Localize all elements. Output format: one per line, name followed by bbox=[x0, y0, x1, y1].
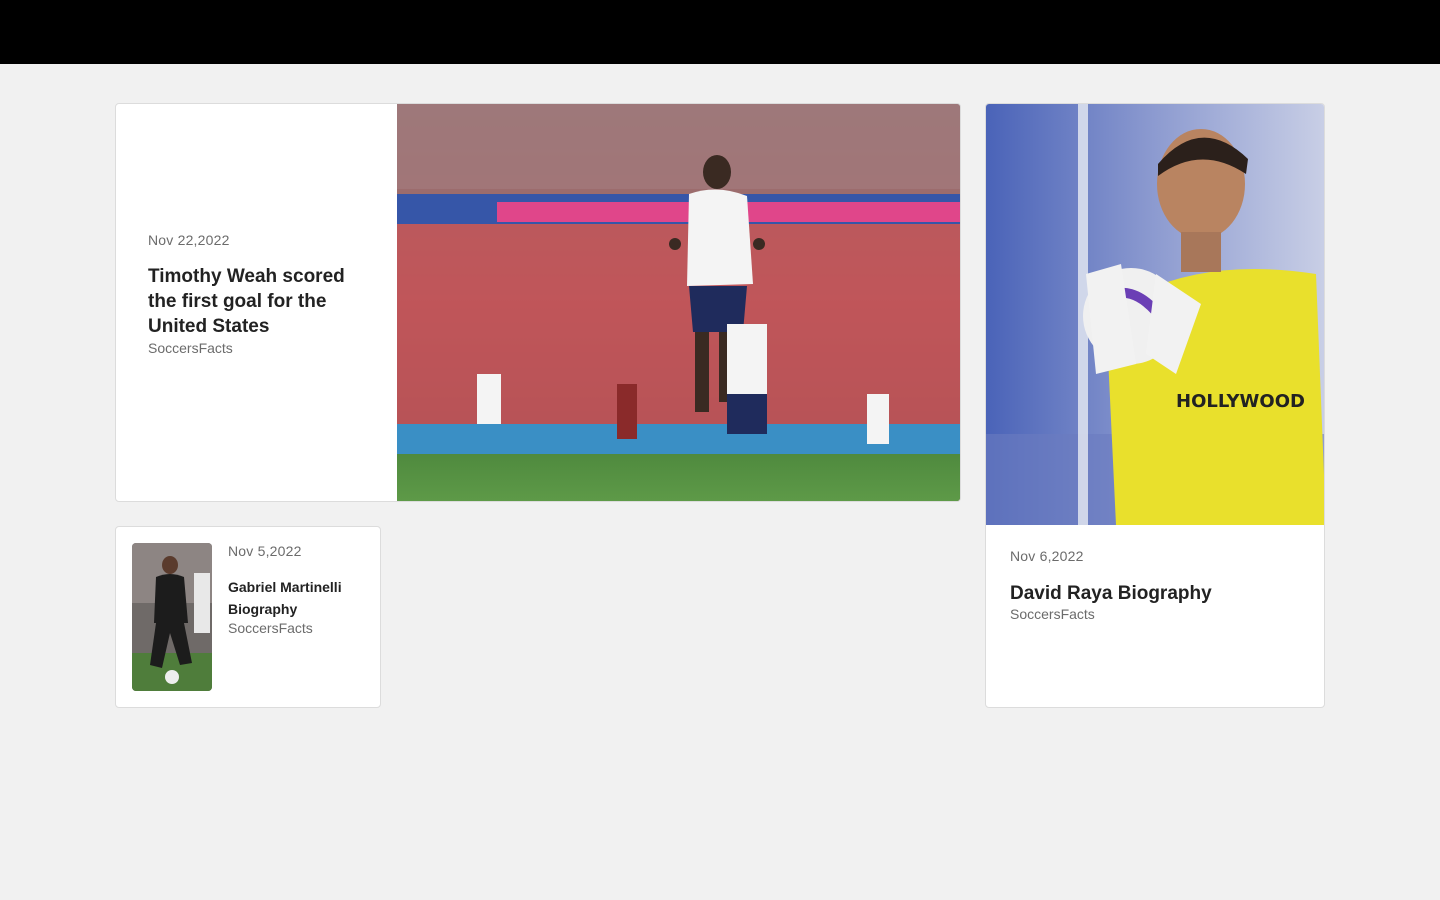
article-date: Nov 22,2022 bbox=[148, 232, 230, 248]
article-title-link[interactable]: David Raya Biography bbox=[1010, 581, 1310, 606]
soccer-player-jumping-photo[interactable] bbox=[397, 104, 960, 501]
article-date: Nov 6,2022 bbox=[1010, 548, 1084, 564]
featured-article-card[interactable]: Nov 22,2022 Timothy Weah scored the firs… bbox=[115, 103, 961, 502]
article-title-link[interactable]: Gabriel Martinelli Biography bbox=[228, 576, 368, 620]
small-article-card[interactable]: Nov 5,2022 Gabriel Martinelli Biography … bbox=[115, 526, 381, 708]
side-article-card[interactable]: HOLLYWOOD Nov 6,2022 David Raya Biograph… bbox=[985, 103, 1325, 708]
article-text: Nov 6,2022 David Raya Biography SoccersF… bbox=[1010, 548, 1310, 624]
article-date: Nov 5,2022 bbox=[228, 543, 302, 559]
article-text: Nov 5,2022 Gabriel Martinelli Biography … bbox=[228, 543, 368, 638]
top-navigation-bar bbox=[0, 0, 1440, 64]
article-source: SoccersFacts bbox=[228, 620, 313, 636]
article-source: SoccersFacts bbox=[148, 340, 233, 356]
article-source: SoccersFacts bbox=[1010, 606, 1095, 622]
goalkeeper-holding-ball-photo[interactable]: HOLLYWOOD bbox=[986, 104, 1324, 525]
svg-text:HOLLYWOOD: HOLLYWOOD bbox=[1176, 391, 1305, 412]
soccer-player-dribbling-photo[interactable] bbox=[132, 543, 212, 691]
article-text: Nov 22,2022 Timothy Weah scored the firs… bbox=[148, 232, 378, 358]
article-title-link[interactable]: Timothy Weah scored the first goal for t… bbox=[148, 264, 378, 339]
